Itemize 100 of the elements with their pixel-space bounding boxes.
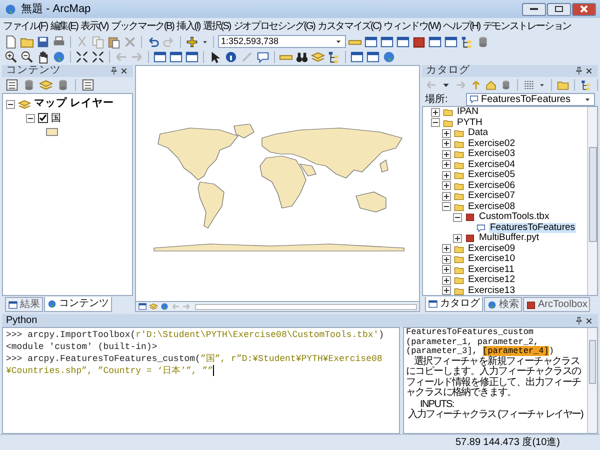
panel-tab[interactable]: カタログ xyxy=(425,297,483,312)
catalog-item[interactable]: Exercise10 xyxy=(467,254,516,264)
expand-button[interactable] xyxy=(431,108,440,117)
catalog-item[interactable]: Exercise05 xyxy=(467,170,516,180)
expand-button[interactable] xyxy=(442,181,451,190)
expand-button[interactable] xyxy=(442,276,451,285)
menu-item[interactable]: ブックマーク(B) xyxy=(111,18,174,34)
scale-dropdown[interactable]: 1:352,593,738 xyxy=(218,35,346,48)
close-icon[interactable] xyxy=(584,66,594,76)
tree-view-icon[interactable] xyxy=(327,50,341,64)
catalog-item[interactable]: CustomTools.tbx xyxy=(478,212,550,222)
menu-item[interactable]: 表示(V) xyxy=(80,18,108,34)
zoom-out-icon[interactable] xyxy=(20,50,34,64)
collapse-button[interactable] xyxy=(26,114,35,122)
menu-item[interactable]: カスタマイズ(C) xyxy=(318,18,381,34)
catalog-item[interactable]: PYTH xyxy=(456,118,484,128)
catalog-item[interactable]: Exercise03 xyxy=(467,149,516,160)
window-icon[interactable] xyxy=(153,50,167,64)
list-icon[interactable] xyxy=(81,78,95,92)
full-extent-icon[interactable] xyxy=(91,50,105,64)
list-icon[interactable] xyxy=(5,78,19,92)
panel-tab[interactable]: コンテンツ xyxy=(44,297,112,312)
window-icon[interactable] xyxy=(185,50,199,64)
close-icon[interactable] xyxy=(119,66,129,76)
window-icon[interactable] xyxy=(364,34,378,48)
expand-button[interactable] xyxy=(442,170,451,180)
window-icon[interactable] xyxy=(444,34,458,48)
layers-icon[interactable] xyxy=(149,302,158,311)
expand-button[interactable] xyxy=(442,254,451,264)
expand-button[interactable] xyxy=(442,128,451,138)
info-icon[interactable] xyxy=(224,50,238,64)
menu-item[interactable]: 選択(S) xyxy=(203,18,230,34)
layers-icon[interactable] xyxy=(39,78,53,92)
panel-tab[interactable]: 結果 xyxy=(5,297,43,312)
full-extent-icon[interactable] xyxy=(75,50,89,64)
collapse-button[interactable] xyxy=(431,118,440,128)
window-icon[interactable] xyxy=(138,302,147,311)
catalog-item[interactable]: Exercise12 xyxy=(467,275,516,286)
layer-name[interactable]: 国 xyxy=(51,110,61,126)
catalog-item[interactable]: Exercise08 xyxy=(467,202,516,212)
catalog-item[interactable]: IPAN xyxy=(456,107,480,118)
close-button[interactable] xyxy=(572,2,596,16)
zoom-in-icon[interactable] xyxy=(4,50,18,64)
catalog-item[interactable]: Exercise13 xyxy=(467,286,516,295)
paste-icon[interactable] xyxy=(107,34,121,48)
window-icon[interactable] xyxy=(366,50,380,64)
vertical-scrollbar[interactable] xyxy=(587,107,597,295)
menu-item[interactable]: ジオプロセシング(G) xyxy=(233,18,315,34)
pin-icon[interactable] xyxy=(574,66,584,76)
catalog-item[interactable]: Exercise07 xyxy=(467,191,516,202)
globe-icon[interactable] xyxy=(160,302,169,311)
expand-button[interactable] xyxy=(442,150,451,159)
minimize-button[interactable] xyxy=(522,2,546,16)
panel-tab[interactable]: 検索 xyxy=(484,297,522,312)
close-icon[interactable] xyxy=(584,316,594,326)
menu-item[interactable]: ファイル(F) xyxy=(3,18,48,34)
menu-item[interactable]: ヘルプ(H) xyxy=(443,18,480,34)
window-icon[interactable] xyxy=(350,50,364,64)
catalog-item[interactable]: Exercise09 xyxy=(467,244,516,254)
layer-checkbox[interactable] xyxy=(38,113,48,123)
window-icon[interactable] xyxy=(169,50,183,64)
globe-icon[interactable] xyxy=(382,50,396,64)
menu-item[interactable]: 挿入(I) xyxy=(176,18,200,34)
vertical-scrollbar[interactable] xyxy=(587,328,597,433)
catalog-item[interactable]: Exercise11 xyxy=(467,264,516,275)
collapse-button[interactable] xyxy=(6,100,15,108)
maximize-button[interactable] xyxy=(547,2,571,16)
layer-group-label[interactable]: マップ レイヤー xyxy=(34,96,114,112)
catalog-item[interactable]: FeaturesToFeatures xyxy=(489,222,576,233)
window-icon[interactable] xyxy=(380,34,394,48)
location-dropdown[interactable]: FeaturesToFeatures xyxy=(466,92,595,106)
save-icon[interactable] xyxy=(36,34,50,48)
menu-item[interactable]: デモンストレーション xyxy=(482,18,571,34)
scroll-thumb[interactable] xyxy=(588,147,596,242)
scroll-thumb[interactable] xyxy=(589,340,596,384)
tree-view-icon[interactable] xyxy=(580,78,592,90)
database-icon[interactable] xyxy=(500,78,512,90)
menu-item[interactable]: 編集(E) xyxy=(50,18,78,34)
menu-item[interactable]: ウィンドウ(W) xyxy=(384,18,440,34)
printer-icon[interactable] xyxy=(52,34,66,48)
collapse-button[interactable] xyxy=(442,202,451,212)
catalog-item[interactable]: Exercise02 xyxy=(467,138,516,149)
horizontal-scrollbar[interactable] xyxy=(195,304,417,310)
collapse-button[interactable] xyxy=(453,212,462,222)
pin-icon[interactable] xyxy=(574,316,584,326)
speech-bubble-icon[interactable] xyxy=(256,50,270,64)
catalog-item[interactable]: MultiBuffer.pyt xyxy=(478,233,540,244)
panel-tab[interactable]: ArcToolbox xyxy=(523,297,590,312)
grid-icon[interactable] xyxy=(523,78,535,90)
expand-button[interactable] xyxy=(442,286,451,295)
catalog-item[interactable]: Data xyxy=(467,128,490,138)
window-icon[interactable] xyxy=(396,34,410,48)
expand-button[interactable] xyxy=(442,139,451,148)
expand-button[interactable] xyxy=(442,192,451,201)
pin-icon[interactable] xyxy=(109,66,119,76)
expand-button[interactable] xyxy=(442,244,451,254)
window-icon[interactable] xyxy=(428,34,442,48)
catalog-item[interactable]: Exercise06 xyxy=(467,180,516,191)
expand-button[interactable] xyxy=(442,265,451,274)
catalog-item[interactable]: Exercise04 xyxy=(467,160,516,170)
